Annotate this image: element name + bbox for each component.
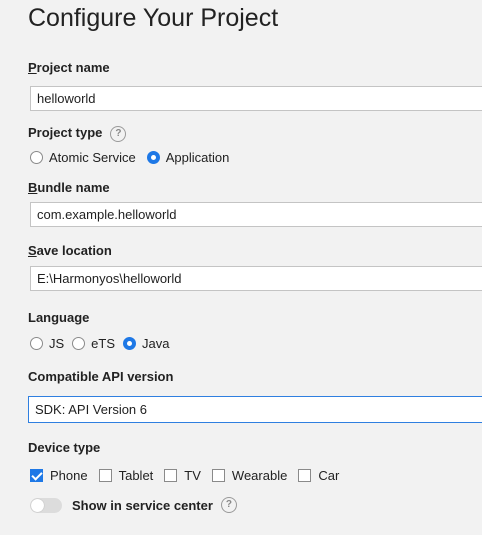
radio-application-label: Application [165, 150, 230, 165]
language-options: JS eTS Java [30, 336, 180, 351]
radio-unselected-icon[interactable] [30, 337, 43, 350]
project-name-label-text: roject name [36, 60, 110, 75]
device-type-options: Phone Tablet TV Wearable Car [30, 468, 350, 483]
checkbox-tv-label: TV [184, 468, 201, 483]
checkbox-phone[interactable]: Phone [30, 468, 88, 483]
save-location-input[interactable]: E:\Harmonyos\helloworld [30, 266, 482, 291]
save-location-label: Save location [28, 243, 112, 258]
radio-selected-icon[interactable] [123, 337, 137, 350]
language-label: Language [28, 310, 90, 325]
project-name-label-mnemonic: P [28, 60, 37, 75]
checkbox-tv[interactable]: TV [164, 468, 201, 483]
device-type-label: Device type [28, 440, 101, 455]
radio-java[interactable]: Java [123, 336, 169, 351]
bundle-name-label-mnemonic: B [28, 180, 38, 195]
radio-ets[interactable]: eTS [72, 336, 115, 351]
checkbox-unchecked-icon[interactable] [98, 469, 112, 482]
checkbox-tablet-label: Tablet [118, 468, 154, 483]
checkbox-wearable-label: Wearable [231, 468, 288, 483]
checkbox-unchecked-icon[interactable] [298, 469, 312, 482]
radio-unselected-icon[interactable] [30, 151, 43, 164]
compatible-api-select[interactable]: SDK: API Version 6 [28, 396, 482, 423]
project-type-label-text: Project type [28, 125, 103, 140]
checkbox-car-label: Car [318, 468, 340, 483]
bundle-name-input[interactable]: com.example.helloworld [30, 202, 482, 227]
service-center-toggle[interactable] [30, 497, 62, 513]
service-center-row: Show in service center ? [30, 497, 237, 513]
radio-unselected-icon[interactable] [72, 337, 86, 350]
radio-atomic-service[interactable]: Atomic Service [30, 150, 136, 165]
service-center-label: Show in service center [72, 497, 213, 513]
checkbox-unchecked-icon[interactable] [164, 469, 178, 482]
checkbox-phone-label: Phone [50, 468, 88, 483]
checkbox-tablet[interactable]: Tablet [98, 468, 154, 483]
radio-atomic-service-label: Atomic Service [49, 150, 136, 165]
save-location-label-mnemonic: S [28, 243, 37, 258]
radio-selected-icon[interactable] [146, 151, 160, 164]
radio-java-label: Java [142, 336, 170, 351]
compatible-api-label: Compatible API version [28, 369, 174, 384]
page-title: Configure Your Project [28, 4, 279, 32]
radio-application[interactable]: Application [146, 150, 230, 165]
project-type-options: Atomic Service Application [30, 150, 240, 165]
project-name-input[interactable]: helloworld [30, 86, 482, 111]
checkbox-wearable[interactable]: Wearable [211, 468, 288, 483]
bundle-name-label: Bundle name [28, 180, 110, 195]
project-type-label: Project type? [28, 125, 127, 142]
radio-ets-label: eTS [91, 336, 116, 351]
checkbox-checked-icon[interactable] [30, 469, 43, 482]
radio-js[interactable]: JS [30, 336, 64, 351]
configure-project-page: Configure Your Project Project name hell… [0, 0, 482, 535]
checkbox-car[interactable]: Car [298, 468, 339, 483]
help-icon[interactable]: ? [110, 125, 127, 142]
project-name-label: Project name [28, 60, 110, 75]
help-icon[interactable]: ? [220, 497, 237, 513]
checkbox-unchecked-icon[interactable] [211, 469, 225, 482]
save-location-label-text: ave location [36, 243, 112, 258]
radio-js-label: JS [49, 336, 65, 351]
bundle-name-label-text: undle name [37, 180, 110, 195]
